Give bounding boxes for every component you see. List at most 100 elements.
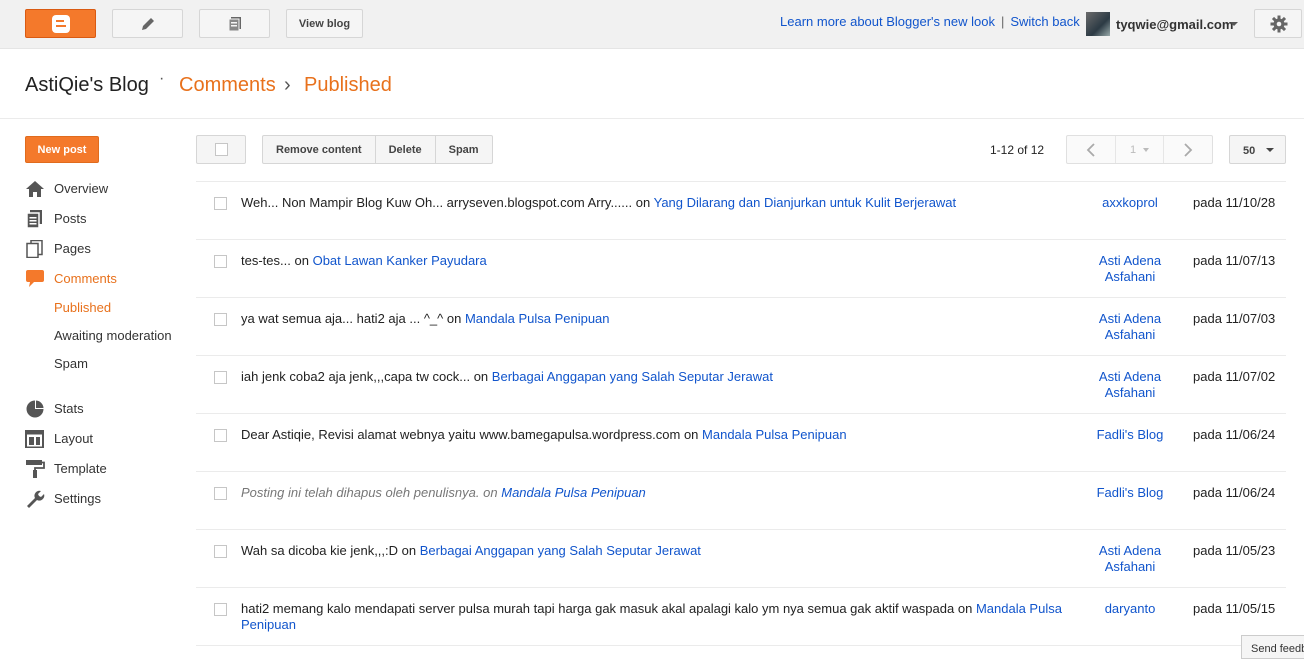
row-checkbox[interactable] <box>214 487 227 500</box>
sidebar-item-label: Pages <box>54 241 91 256</box>
home-icon <box>26 181 44 197</box>
pie-chart-icon <box>26 400 44 418</box>
breadcrumb-dot: · <box>159 70 165 87</box>
table-row[interactable]: iah jenk coba2 aja jenk,,,capa tw cock..… <box>196 356 1286 414</box>
posts-icon <box>228 16 241 31</box>
per-page-select[interactable]: 50 <box>1229 135 1286 164</box>
next-page-button[interactable] <box>1164 136 1212 163</box>
top-links: Learn more about Blogger's new look | Swit… <box>780 14 1080 29</box>
table-row[interactable]: Wah sa dicoba kie jenk,,,:D on Berbagai … <box>196 530 1286 588</box>
layout-icon <box>25 430 44 448</box>
new-post-pencil-button[interactable] <box>112 9 183 38</box>
checkbox-icon <box>215 143 228 156</box>
table-row[interactable]: hati2 memang kalo mendapati server pulsa… <box>196 588 1286 646</box>
pages-icon <box>26 240 43 258</box>
select-all-checkbox[interactable] <box>196 135 246 164</box>
sidebar-item-label: Layout <box>54 431 94 446</box>
row-checkbox[interactable] <box>214 313 227 326</box>
settings-gear-button[interactable] <box>1254 9 1302 38</box>
post-link[interactable]: Obat Lawan Kanker Payudara <box>313 253 487 268</box>
row-checkbox[interactable] <box>214 255 227 268</box>
comment-on: on <box>957 601 973 616</box>
comment-author[interactable]: Asti Adena Asfahani <box>1086 253 1174 285</box>
paint-roller-icon <box>26 460 45 478</box>
sidebar-item-label: Overview <box>54 181 109 196</box>
post-link[interactable]: Mandala Pulsa Penipuan <box>702 427 847 442</box>
per-page-value: 50 <box>1243 145 1256 157</box>
sidebar-subitem-awaiting-moderation[interactable]: Awaiting moderation <box>54 328 172 343</box>
pencil-icon <box>141 17 154 30</box>
sidebar-subitem-published[interactable]: Published <box>54 300 111 315</box>
comment-text: Dear Astiqie, Revisi alamat webnya yaitu… <box>241 427 1076 443</box>
sidebar-item-label: Settings <box>54 491 101 506</box>
comment-author[interactable]: axxkoprol <box>1086 195 1174 211</box>
comment-date: pada 11/05/15 <box>1193 601 1276 616</box>
account-email[interactable]: tyqwie@gmail.com <box>1116 17 1233 32</box>
comment-author[interactable]: daryanto <box>1086 601 1174 617</box>
posts-list-button[interactable] <box>199 9 270 38</box>
top-bar: View blog Learn more about Blogger's new… <box>0 0 1304 49</box>
comment-date: pada 11/06/24 <box>1193 427 1276 442</box>
page-count: 1-12 of 12 <box>990 143 1045 157</box>
table-row[interactable]: Posting ini telah dihapus oleh penulisny… <box>196 472 1286 530</box>
comment-on: on <box>294 253 309 268</box>
learn-more-link[interactable]: Learn more about Blogger's new look <box>780 14 995 29</box>
comment-date: pada 11/10/28 <box>1193 195 1276 210</box>
comment-date: pada 11/05/23 <box>1193 543 1276 558</box>
comment-author[interactable]: Fadli's Blog <box>1086 427 1174 443</box>
post-link[interactable]: Mandala Pulsa Penipuan <box>465 311 610 326</box>
send-feedback-button[interactable]: Send feedback <box>1241 635 1304 659</box>
pager: 1 <box>1066 135 1213 164</box>
table-row[interactable]: Weh... Non Mampir Blog Kuw Oh... arrysev… <box>196 182 1286 240</box>
comment-author[interactable]: Asti Adena Asfahani <box>1086 311 1174 343</box>
spam-button[interactable]: Spam <box>436 136 492 163</box>
prev-page-button[interactable] <box>1067 136 1116 163</box>
breadcrumb-arrow: › <box>284 74 291 96</box>
row-checkbox[interactable] <box>214 545 227 558</box>
comment-author[interactable]: Asti Adena Asfahani <box>1086 543 1174 575</box>
comment-list: Weh... Non Mampir Blog Kuw Oh... arrysev… <box>196 181 1286 646</box>
comment-on: on <box>401 543 417 558</box>
comment-body: hati2 memang kalo mendapati server pulsa… <box>241 601 955 616</box>
switch-back-link[interactable]: Switch back <box>1010 14 1079 29</box>
comment-on: on <box>635 195 651 210</box>
post-link[interactable]: Yang Dilarang dan Dianjurkan untuk Kulit… <box>654 195 957 210</box>
comment-text: Posting ini telah dihapus oleh penulisny… <box>241 485 1076 501</box>
view-blog-button[interactable]: View blog <box>286 9 363 38</box>
table-row[interactable]: Dear Astiqie, Revisi alamat webnya yaitu… <box>196 414 1286 472</box>
post-link[interactable]: Mandala Pulsa Penipuan <box>501 485 646 500</box>
chevron-left-icon <box>1086 142 1095 157</box>
delete-button[interactable]: Delete <box>376 136 436 163</box>
sidebar-subitem-spam[interactable]: Spam <box>54 356 88 371</box>
breadcrumb-blog-title[interactable]: AstiQie's Blog <box>25 74 149 97</box>
comment-text: tes-tes... on Obat Lawan Kanker Payudara <box>241 253 1076 269</box>
comment-on: on <box>683 427 699 442</box>
comment-body: Posting ini telah dihapus oleh penulisny… <box>241 485 480 500</box>
account-dropdown-icon[interactable] <box>1230 22 1238 26</box>
comment-date: pada 11/07/13 <box>1193 253 1276 268</box>
comment-date: pada 11/06/24 <box>1193 485 1276 500</box>
comment-author[interactable]: Asti Adena Asfahani <box>1086 369 1174 401</box>
row-checkbox[interactable] <box>214 197 227 210</box>
table-row[interactable]: ya wat semua aja... hati2 aja ... ^_^ on… <box>196 298 1286 356</box>
comment-text: ya wat semua aja... hati2 aja ... ^_^ on… <box>241 311 1076 327</box>
chevron-right-icon <box>1184 142 1193 157</box>
link-separator: | <box>1000 14 1005 29</box>
remove-content-button[interactable]: Remove content <box>263 136 376 163</box>
post-link[interactable]: Berbagai Anggapan yang Salah Seputar Jer… <box>420 543 701 558</box>
new-post-button[interactable]: New post <box>25 136 99 163</box>
breadcrumb-comments[interactable]: Comments <box>179 74 276 97</box>
chevron-down-icon <box>1143 147 1150 152</box>
row-checkbox[interactable] <box>214 603 227 616</box>
posts-icon <box>26 210 42 228</box>
avatar[interactable] <box>1086 12 1110 36</box>
comment-author[interactable]: Fadli's Blog <box>1086 485 1174 501</box>
table-row[interactable]: tes-tes... on Obat Lawan Kanker Payudara… <box>196 240 1286 298</box>
page-select[interactable]: 1 <box>1116 136 1165 163</box>
row-checkbox[interactable] <box>214 371 227 384</box>
page-title: Published <box>304 74 392 96</box>
row-checkbox[interactable] <box>214 429 227 442</box>
comment-body: tes-tes... <box>241 253 291 268</box>
post-link[interactable]: Berbagai Anggapan yang Salah Seputar Jer… <box>492 369 773 384</box>
blogger-logo-button[interactable] <box>25 9 96 38</box>
